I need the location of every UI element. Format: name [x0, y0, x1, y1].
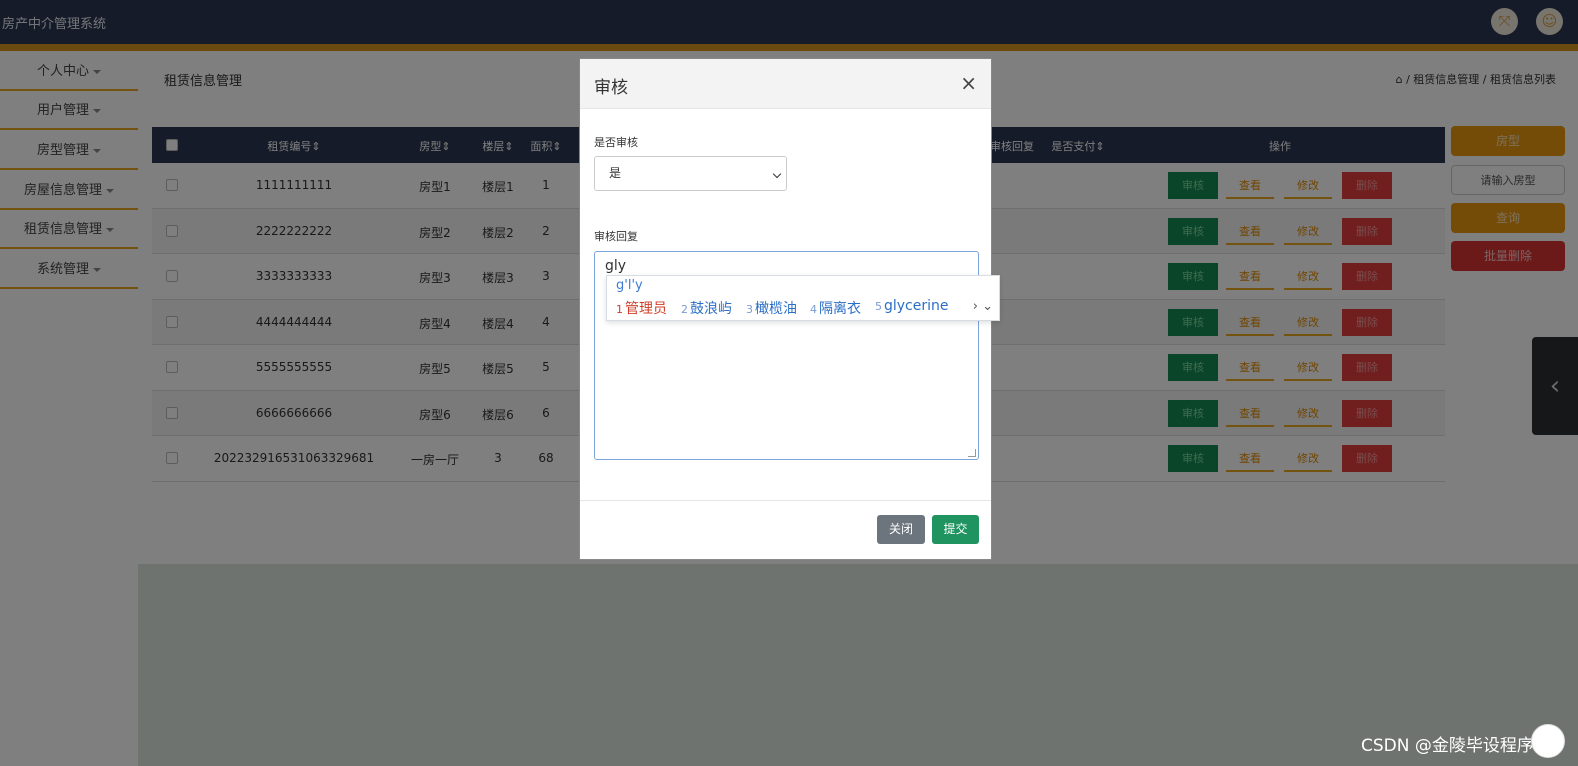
close-button[interactable]: 关闭 — [877, 515, 925, 544]
audit-dialog: 审核 × 是否审核 是 审核回复 gly g'l'y 1 管理员 2 鼓浪屿 3 橄榄… — [579, 58, 1000, 560]
textarea-value: gly — [605, 258, 627, 274]
dialog-header: 审核 × — [580, 59, 991, 109]
audit-status-select[interactable]: 是 — [594, 156, 787, 191]
watermark-text: CSDN @金陵毕设程序 — [1361, 736, 1534, 756]
dialog-title: 审核 — [594, 78, 628, 98]
submit-button[interactable]: 提交 — [932, 515, 979, 544]
resize-handle[interactable] — [968, 449, 976, 457]
ime-candidate[interactable]: 2 鼓浪屿 — [681, 298, 732, 318]
reply-field-label: 审核回复 — [594, 230, 638, 243]
ime-candidate[interactable]: 3 橄榄油 — [746, 298, 797, 318]
ime-candidate[interactable]: 4 隔离衣 — [810, 298, 861, 318]
close-icon[interactable]: × — [960, 71, 977, 95]
ime-candidate[interactable]: 1 管理员 — [616, 298, 667, 318]
floating-action-icon[interactable] — [1531, 724, 1565, 758]
selected-value: 是 — [609, 166, 622, 180]
ime-candidate[interactable]: 5 glycerine — [875, 298, 949, 314]
ime-page-arrows[interactable]: › ⌄ — [973, 299, 993, 314]
select-arrow-icon — [772, 169, 782, 179]
ime-composition: g'l'y — [616, 278, 643, 293]
status-field-label: 是否审核 — [594, 136, 638, 149]
dialog-footer-divider — [580, 500, 991, 501]
ime-candidate-popup: g'l'y 1 管理员 2 鼓浪屿 3 橄榄油 4 隔离衣 5 glycerine › ⌄ — [606, 275, 1000, 321]
